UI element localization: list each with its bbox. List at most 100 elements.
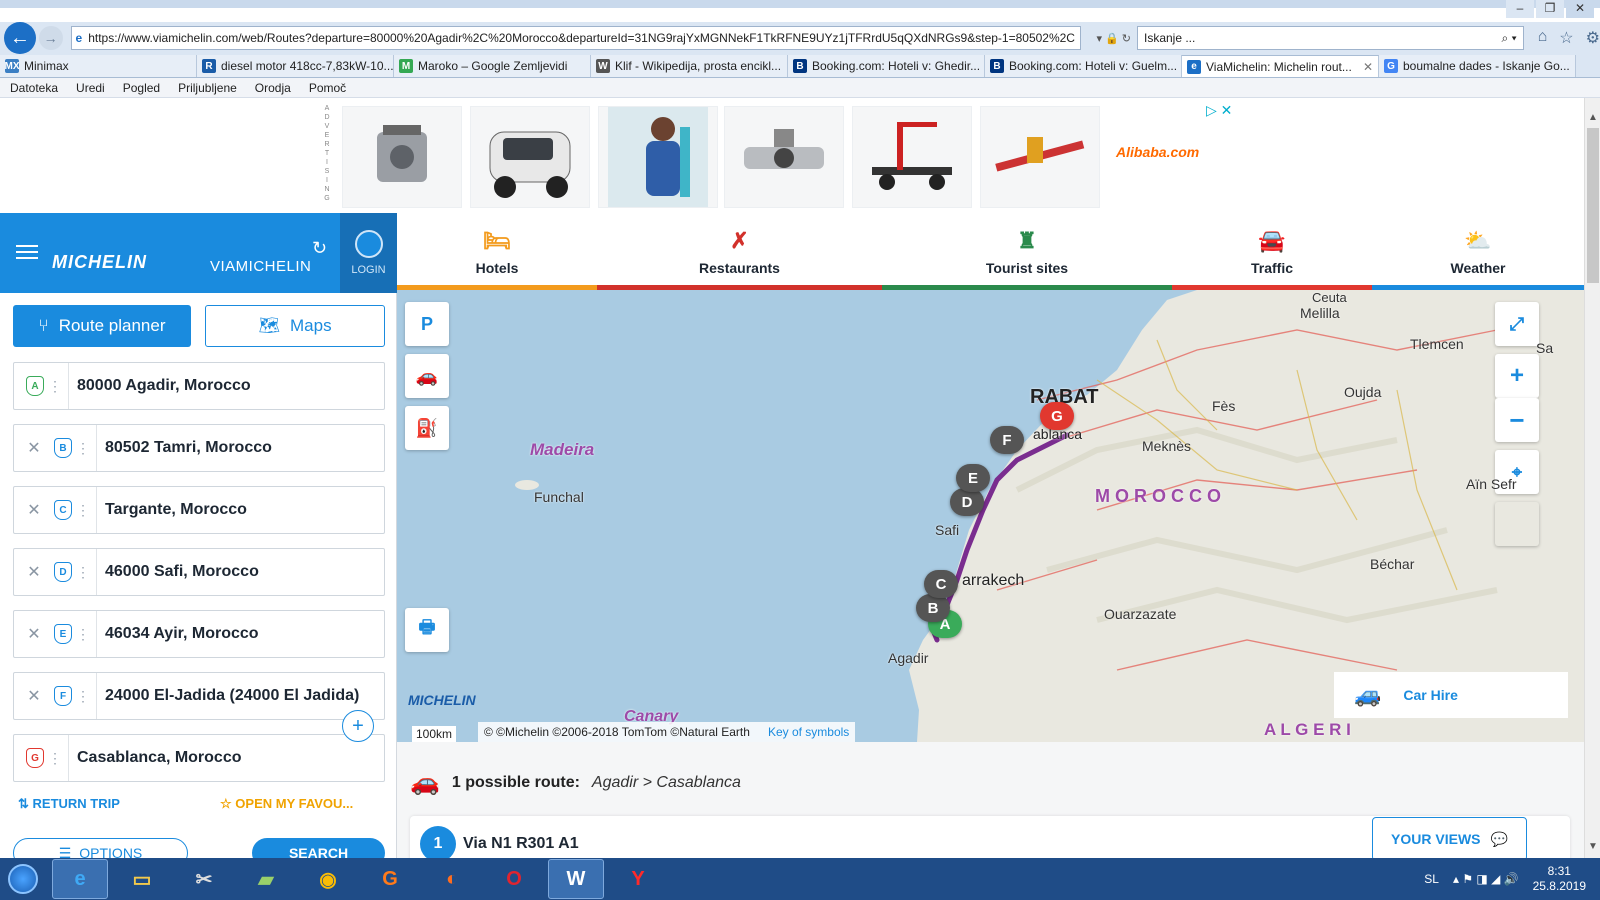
ad-cutter[interactable] xyxy=(980,106,1100,208)
browser-tab[interactable]: e ViaMichelin: Michelin rout... ✕ xyxy=(1182,55,1379,77)
maps-button[interactable]: 🗺 Maps xyxy=(205,305,385,347)
pdf-taskbar-icon[interactable]: G xyxy=(362,859,418,899)
parking-icon[interactable]: P xyxy=(405,302,449,346)
fullscreen-icon[interactable]: ⤢ xyxy=(1495,302,1539,346)
maximize-button[interactable]: ❐ xyxy=(1536,0,1564,18)
zoom-out-icon[interactable]: − xyxy=(1495,398,1539,442)
remove-waypoint-icon[interactable]: ✕ xyxy=(14,562,54,582)
open-favourites-link[interactable]: ☆ OPEN MY FAVOU... xyxy=(220,796,353,812)
waypoint-field-c[interactable]: ✕ C ⋮ Targante, Morocco xyxy=(13,486,385,534)
browser-tab[interactable]: Rdiesel motor 418cc-7,83kW-10... xyxy=(197,55,394,77)
menu-item[interactable]: Pogled xyxy=(123,81,160,95)
add-step-button[interactable]: + xyxy=(342,710,374,742)
home-icon[interactable]: ⌂ xyxy=(1538,28,1548,48)
files-taskbar-icon[interactable]: ▰ xyxy=(238,859,294,899)
ad-clothing[interactable] xyxy=(598,106,718,208)
route-marker-d[interactable]: D xyxy=(950,488,984,516)
waypoint-value[interactable]: 46034 Ayir, Morocco xyxy=(96,611,384,657)
route-marker-f[interactable]: F xyxy=(990,426,1024,454)
your-views-button[interactable]: YOUR VIEWS 💬 xyxy=(1372,817,1527,861)
menu-item[interactable]: Orodja xyxy=(255,81,291,95)
waypoint-value[interactable]: 80000 Agadir, Morocco xyxy=(68,363,384,409)
menu-item[interactable]: Datoteka xyxy=(10,81,58,95)
remove-waypoint-icon[interactable]: ✕ xyxy=(14,438,54,458)
route-marker-e[interactable]: E xyxy=(956,464,990,492)
scroll-down-icon[interactable]: ▼ xyxy=(1585,841,1600,852)
waypoint-value[interactable]: 46000 Safi, Morocco xyxy=(96,549,384,595)
waypoint-value[interactable]: Casablanca, Morocco xyxy=(68,735,384,781)
waypoint-value[interactable]: 80502 Tamri, Morocco xyxy=(96,425,384,471)
route-marker-b[interactable]: B xyxy=(916,594,950,622)
remove-waypoint-icon[interactable]: ✕ xyxy=(14,500,54,520)
menu-item[interactable]: Priljubljene xyxy=(178,81,237,95)
language-indicator[interactable]: SL xyxy=(1424,872,1439,886)
adchoices-icon[interactable]: ▷ ✕ xyxy=(1206,102,1232,119)
drag-handle-icon[interactable]: ⋮ xyxy=(48,378,62,395)
ad-engine[interactable] xyxy=(342,106,462,208)
start-button[interactable] xyxy=(0,858,46,900)
category-restaurants[interactable]: ✗ Restaurants xyxy=(597,213,882,290)
category-weather[interactable]: ⛅ Weather xyxy=(1372,213,1584,290)
key-of-symbols-link[interactable]: Key of symbols xyxy=(768,725,849,739)
firefox-icon[interactable]: ◐ xyxy=(424,859,480,899)
menu-item[interactable]: Pomoč xyxy=(309,81,346,95)
browser-tab[interactable]: Gboumalne dades - Iskanje Go... xyxy=(1379,55,1576,77)
yandex-icon[interactable]: Y xyxy=(610,859,666,899)
fuel-station-icon[interactable]: ⛽ xyxy=(405,406,449,450)
close-tab-icon[interactable]: ✕ xyxy=(1363,60,1373,74)
waypoint-field-f[interactable]: ✕ F ⋮ 24000 El-Jadida (24000 El Jadida) xyxy=(13,672,385,720)
drag-handle-icon[interactable]: ⋮ xyxy=(48,750,62,767)
hamburger-menu-icon[interactable] xyxy=(16,245,38,259)
tray-icons[interactable]: ▴ ⚑ ◨ ◢ 🔊 xyxy=(1453,872,1519,886)
search-icon[interactable]: ⌕ ▾ xyxy=(1502,31,1517,46)
ie-taskbar-icon[interactable]: e xyxy=(52,859,108,899)
word-icon[interactable]: W xyxy=(548,859,604,899)
drag-handle-icon[interactable]: ⋮ xyxy=(76,440,90,457)
ad-crane-trailer[interactable] xyxy=(852,106,972,208)
clock[interactable]: 8:31 25.8.2019 xyxy=(1533,864,1586,894)
url-action-icons[interactable]: ▾ 🔒 ↻ xyxy=(1081,32,1131,45)
minimize-button[interactable]: – xyxy=(1506,0,1534,18)
browser-tab[interactable]: MX Minimax xyxy=(0,55,197,77)
remove-waypoint-icon[interactable]: ✕ xyxy=(14,686,54,706)
drag-handle-icon[interactable]: ⋮ xyxy=(76,688,90,705)
ad-vehicle[interactable] xyxy=(470,106,590,208)
zoom-in-icon[interactable]: + xyxy=(1495,354,1539,398)
browser-search-field[interactable]: Iskanje ... ⌕ ▾ xyxy=(1136,26,1524,50)
browser-tab[interactable]: B Booking.com: Hoteli v: Guelm... xyxy=(985,55,1182,77)
drag-handle-icon[interactable]: ⋮ xyxy=(76,626,90,643)
waypoint-field-b[interactable]: ✕ B ⋮ 80502 Tamri, Morocco xyxy=(13,424,385,472)
opera-icon[interactable]: O xyxy=(486,859,542,899)
return-trip-link[interactable]: ⇅ RETURN TRIP xyxy=(18,796,120,812)
gear-icon[interactable]: ⚙ xyxy=(1586,28,1600,48)
waypoint-field-g[interactable]: G ⋮ Casablanca, Morocco xyxy=(13,734,385,782)
scroll-up-icon[interactable]: ▲ xyxy=(1585,112,1600,123)
close-window-button[interactable]: ✕ xyxy=(1566,0,1594,18)
login-button[interactable]: LOGIN xyxy=(340,213,397,293)
refresh-icon[interactable]: ↻ xyxy=(312,238,327,259)
waypoint-field-a[interactable]: A ⋮ 80000 Agadir, Morocco xyxy=(13,362,385,410)
michelin-logo[interactable]: MICHELIN xyxy=(52,252,147,273)
explorer-folder-icon[interactable]: ▭ xyxy=(114,859,170,899)
waypoint-value[interactable]: 24000 El-Jadida (24000 El Jadida) xyxy=(96,673,384,719)
ad-machine[interactable] xyxy=(724,106,844,208)
menu-item[interactable]: Uredi xyxy=(76,81,105,95)
category-tourist-sites[interactable]: ♜ Tourist sites xyxy=(882,213,1172,290)
car-hire-button[interactable]: 🚙 Car Hire xyxy=(1334,672,1568,718)
print-icon[interactable]: 🖶 xyxy=(405,608,449,652)
drag-handle-icon[interactable]: ⋮ xyxy=(76,564,90,581)
category-hotels[interactable]: 🛏 Hotels xyxy=(397,213,597,290)
forward-button[interactable]: → xyxy=(38,26,63,50)
back-button[interactable]: ← xyxy=(4,22,36,54)
waypoint-field-e[interactable]: ✕ E ⋮ 46034 Ayir, Morocco xyxy=(13,610,385,658)
alibaba-logo[interactable]: Alibaba.com xyxy=(1116,144,1199,160)
route-planner-button[interactable]: ⑂ Route planner xyxy=(13,305,191,347)
scroll-thumb[interactable] xyxy=(1587,128,1599,283)
browser-tab[interactable]: B Booking.com: Hoteli v: Ghedir... xyxy=(788,55,985,77)
route-marker-g[interactable]: G xyxy=(1040,402,1074,430)
route-marker-c[interactable]: C xyxy=(924,570,958,598)
favorites-star-icon[interactable]: ☆ xyxy=(1559,28,1573,48)
browser-tab[interactable]: W Klif - Wikipedija, prosta encikl... xyxy=(591,55,788,77)
waypoint-value[interactable]: Targante, Morocco xyxy=(96,487,384,533)
remove-waypoint-icon[interactable]: ✕ xyxy=(14,624,54,644)
